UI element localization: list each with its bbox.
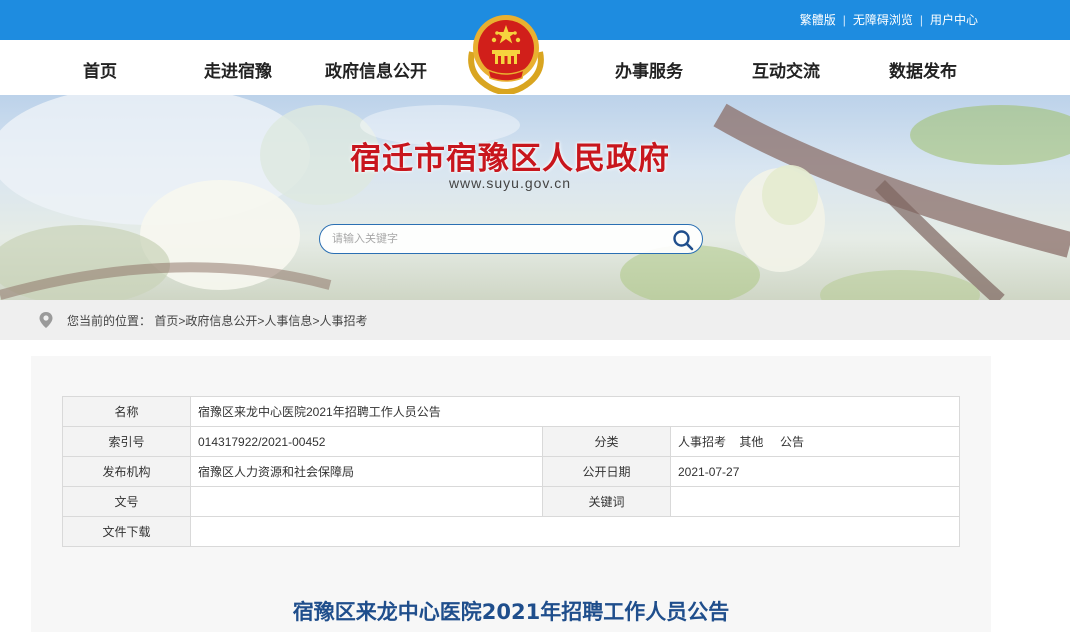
document-title: 宿豫区来龙中心医院2021年招聘工作人员公告 xyxy=(292,600,730,624)
docno-value xyxy=(190,486,543,517)
national-emblem-icon[interactable] xyxy=(464,8,548,94)
location-pin-icon xyxy=(39,312,53,328)
nav-item-services[interactable]: 办事服务 xyxy=(615,57,683,82)
banner: 宿迁市宿豫区人民政府 www.suyu.gov.cn xyxy=(0,95,1070,300)
document-meta-table: 名称 宿豫区来龙中心医院2021年招聘工作人员公告 索引号 014317922/… xyxy=(62,396,961,547)
search-icon[interactable] xyxy=(672,229,694,251)
search-input[interactable] xyxy=(332,231,662,247)
table-row: 文件下载 xyxy=(62,516,961,547)
separator: | xyxy=(919,12,923,27)
category-label: 分类 xyxy=(542,426,671,457)
breadcrumb: 您当前的位置： 首页>政府信息公开>人事信息>人事招考 xyxy=(0,300,1070,340)
download-label: 文件下载 xyxy=(62,516,191,547)
separator: | xyxy=(842,12,846,27)
breadcrumb-personnel-info[interactable]: 人事信息 xyxy=(264,314,312,328)
docno-label: 文号 xyxy=(62,486,191,517)
keyword-value xyxy=(669,486,961,517)
accessibility-link[interactable]: 无障碍浏览 xyxy=(853,11,913,28)
breadcrumb-home[interactable]: 首页 xyxy=(154,314,178,328)
top-links: 繁體版 | 无障碍浏览 | 用户中心 xyxy=(800,11,978,28)
breadcrumb-recruitment[interactable]: 人事招考 xyxy=(319,314,367,328)
site-url: www.suyu.gov.cn xyxy=(448,175,572,191)
nav-item-home[interactable]: 首页 xyxy=(83,57,117,82)
index-value: 014317922/2021-00452 xyxy=(190,426,543,457)
category-value: 人事招考 其他 公告 xyxy=(669,426,961,457)
date-label: 公开日期 xyxy=(542,456,671,487)
table-row: 发布机构 宿豫区人力资源和社会保障局 公开日期 2021-07-27 xyxy=(62,456,961,487)
keyword-label: 关键词 xyxy=(542,486,671,517)
nav-item-gov-info[interactable]: 政府信息公开 xyxy=(325,57,427,82)
breadcrumb-prefix: 您当前的位置： xyxy=(67,314,152,328)
table-row: 文号 关键词 xyxy=(62,486,961,517)
nav-item-about[interactable]: 走进宿豫 xyxy=(204,57,272,82)
name-value: 宿豫区来龙中心医院2021年招聘工作人员公告 xyxy=(189,396,961,427)
breadcrumb-trail: 您当前的位置： 首页>政府信息公开>人事信息>人事招考 xyxy=(67,312,367,329)
traditional-chinese-link[interactable]: 繁體版 xyxy=(800,11,836,28)
publisher-label: 发布机构 xyxy=(62,456,191,487)
banner-background xyxy=(0,95,1070,300)
search-box xyxy=(319,224,703,254)
nav-item-data[interactable]: 数据发布 xyxy=(889,57,957,82)
table-row: 名称 宿豫区来龙中心医院2021年招聘工作人员公告 xyxy=(62,396,961,427)
name-label: 名称 xyxy=(62,396,191,427)
date-value: 2021-07-27 xyxy=(669,456,961,487)
nav-item-interaction[interactable]: 互动交流 xyxy=(752,57,820,82)
index-label: 索引号 xyxy=(62,426,191,457)
user-center-link[interactable]: 用户中心 xyxy=(930,11,978,28)
site-title: 宿迁市宿豫区人民政府 xyxy=(350,141,670,177)
breadcrumb-gov-info[interactable]: 政府信息公开 xyxy=(185,314,257,328)
table-row: 索引号 014317922/2021-00452 分类 人事招考 其他 公告 xyxy=(62,426,961,457)
content-panel: 名称 宿豫区来龙中心医院2021年招聘工作人员公告 索引号 014317922/… xyxy=(31,356,991,632)
download-value xyxy=(189,516,961,547)
publisher-value: 宿豫区人力资源和社会保障局 xyxy=(190,456,543,487)
